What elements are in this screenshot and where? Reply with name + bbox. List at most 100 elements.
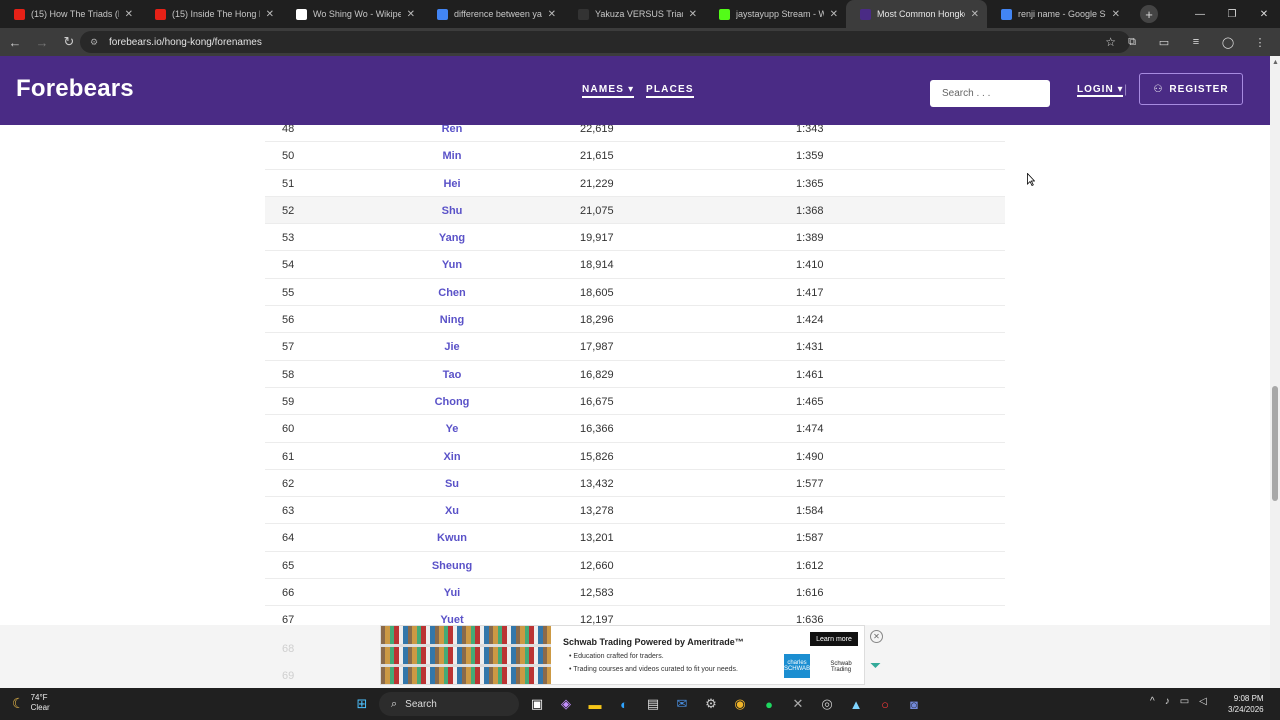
nav-places-link[interactable]: PLACES	[646, 84, 694, 98]
tray-chevron-icon[interactable]: ^	[1150, 696, 1155, 707]
name-link[interactable]: Yun	[402, 259, 502, 271]
name-link[interactable]: Ren	[402, 125, 502, 135]
task-view-icon[interactable]: ▣	[525, 692, 549, 716]
volume-icon[interactable]: ◁	[1199, 696, 1207, 707]
name-link[interactable]: Xu	[402, 505, 502, 517]
tab-close-icon[interactable]: ✕	[689, 9, 697, 20]
tab-close-icon[interactable]: ✕	[266, 9, 274, 20]
microphone-icon[interactable]: ♪	[1165, 696, 1170, 707]
name-link[interactable]: Tao	[402, 369, 502, 381]
taskbar-search[interactable]: ⌕ Search	[379, 692, 519, 716]
steam-icon[interactable]: ◎	[815, 692, 839, 716]
browser-tab[interactable]: Yakuza VERSUS Triads | RU ✕	[564, 0, 705, 28]
photos-icon[interactable]: ▲	[844, 692, 868, 716]
store-icon[interactable]: ▤	[641, 692, 665, 716]
reload-icon[interactable]: ↻	[57, 34, 81, 50]
chrome-icon[interactable]: ◉	[728, 692, 752, 716]
ad-learn-more-button[interactable]: Learn more	[810, 632, 858, 646]
close-window-icon[interactable]: ✕	[1248, 0, 1280, 28]
address-bar[interactable]: ⚙ forebears.io/hong-kong/forenames ☆	[80, 31, 1130, 53]
clock-date: 3/24/2026	[1228, 705, 1264, 714]
table-row: 62 Su 13,432 1:577	[265, 470, 1005, 498]
browser-tab[interactable]: renji name - Google Search ✕	[987, 0, 1128, 28]
back-icon[interactable]: ←	[3, 35, 27, 50]
forward-icon[interactable]: →	[30, 35, 54, 50]
tab-close-icon[interactable]: ✕	[548, 9, 556, 20]
name-link[interactable]: Min	[402, 150, 502, 162]
media-controls-icon[interactable]: ≡	[1184, 36, 1208, 48]
tab-close-icon[interactable]: ✕	[971, 9, 979, 20]
scrollbar-thumb[interactable]	[1272, 386, 1278, 501]
tab-close-icon[interactable]: ✕	[830, 9, 838, 20]
opera-icon[interactable]: ○	[873, 692, 897, 716]
restore-icon[interactable]: ❐	[1216, 0, 1248, 28]
weather-condition: Clear	[30, 703, 50, 712]
table-row: 51 Hei 21,229 1:365	[265, 170, 1005, 197]
browser-tab[interactable]: jaystayupp Stream - Watch ✕	[705, 0, 846, 28]
table-row: 59 Chong 16,675 1:465	[265, 388, 1005, 416]
site-info-icon[interactable]: ⚙	[90, 37, 100, 47]
spotify-icon[interactable]: ●	[757, 692, 781, 716]
name-link[interactable]: Chong	[402, 396, 502, 408]
name-link[interactable]: Su	[402, 478, 502, 490]
discord-icon[interactable]: ◙	[902, 692, 926, 716]
name-link[interactable]: Ning	[402, 314, 502, 326]
name-link[interactable]: Sheung	[402, 560, 502, 572]
name-link[interactable]: Yui	[402, 587, 502, 599]
page-scrollbar[interactable]: ▲	[1270, 56, 1280, 688]
browser-tab[interactable]: Wo Shing Wo - Wikipedia ✕	[282, 0, 423, 28]
login-link[interactable]: LOGIN ▾	[1077, 84, 1124, 97]
name-link[interactable]: Chen	[402, 287, 502, 299]
cast-icon[interactable]: ▭	[1152, 36, 1176, 49]
menu-dots-icon[interactable]: ⋮	[1248, 36, 1272, 49]
ad-close-icon[interactable]: ✕	[870, 630, 883, 643]
incidence-cell: 12,197	[580, 614, 614, 625]
name-link[interactable]: Xin	[402, 451, 502, 463]
edge-icon[interactable]: ◐	[612, 692, 636, 716]
settings-icon[interactable]: ⚙	[699, 692, 723, 716]
tab-title: difference between yakuz	[454, 9, 542, 19]
copilot-icon[interactable]: ◈	[554, 692, 578, 716]
minimize-icon[interactable]: —	[1184, 0, 1216, 28]
weather-widget[interactable]: ☾ 74°F Clear	[12, 693, 50, 713]
name-link[interactable]: Yang	[402, 232, 502, 244]
file-explorer-icon[interactable]: ▬	[583, 692, 607, 716]
new-tab-icon[interactable]: +	[1140, 5, 1158, 23]
tab-title: (15) Inside The Hong Kong	[172, 9, 260, 19]
incidence-cell: 18,605	[580, 286, 614, 299]
incidence-cell: 15,826	[580, 450, 614, 463]
browser-tab[interactable]: Most Common Hongkong ✕	[846, 0, 987, 28]
register-button[interactable]: ⚇ REGISTER	[1139, 73, 1243, 105]
scroll-up-icon[interactable]: ▲	[1272, 59, 1279, 66]
ad-banner[interactable]: Schwab Trading Powered by Ameritrade™ • …	[380, 625, 865, 685]
rank-cell: 63	[282, 505, 295, 518]
display-icon[interactable]: ▭	[1180, 696, 1189, 707]
outlook-icon[interactable]: ✉	[670, 692, 694, 716]
nav-names-link[interactable]: NAMES ▾	[582, 84, 635, 98]
extensions-icon[interactable]: ⧉	[1120, 36, 1144, 49]
profile-icon[interactable]: ◯	[1216, 36, 1240, 49]
browser-tab[interactable]: (15) How The Triads (Hong ✕	[0, 0, 141, 28]
browser-tab[interactable]: (15) Inside The Hong Kong ✕	[141, 0, 282, 28]
name-link[interactable]: Yuet	[402, 614, 502, 625]
name-link[interactable]: Jie	[402, 341, 502, 353]
tab-close-icon[interactable]: ✕	[1112, 9, 1120, 20]
forebears-logo[interactable]: Forebears	[16, 75, 134, 103]
ad-feedback-icon[interactable]: ⏷	[870, 657, 881, 674]
name-link[interactable]: Ye	[402, 423, 502, 435]
tab-close-icon[interactable]: ✕	[407, 9, 415, 20]
tab-close-icon[interactable]: ✕	[125, 9, 133, 20]
ad-line: • Trading courses and videos curated to …	[569, 666, 738, 673]
ad-headline: Schwab Trading Powered by Ameritrade™	[563, 637, 744, 647]
browser-tab[interactable]: difference between yakuz ✕	[423, 0, 564, 28]
name-link[interactable]: Kwun	[402, 532, 502, 544]
name-link[interactable]: Shu	[402, 205, 502, 217]
incidence-cell: 12,660	[580, 559, 614, 572]
frequency-cell: 1:490	[796, 450, 824, 463]
name-link[interactable]: Hei	[402, 178, 502, 190]
xbox-icon[interactable]: ✕	[786, 692, 810, 716]
site-search-input[interactable]	[930, 80, 1050, 107]
windows-start-icon[interactable]: ⊞	[350, 692, 374, 716]
rank-cell: 59	[282, 395, 295, 408]
system-clock[interactable]: 9:08 PM 3/24/2026	[1228, 693, 1264, 715]
